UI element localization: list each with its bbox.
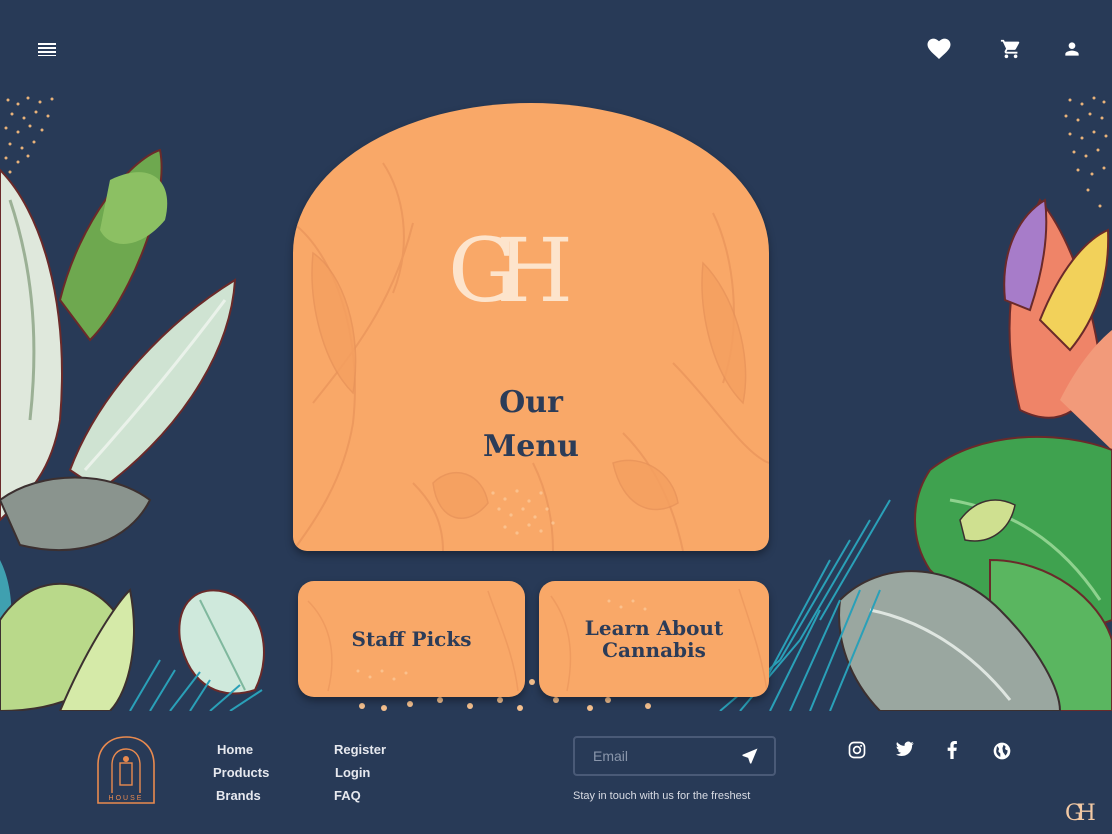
svg-text:HOUSE: HOUSE: [109, 795, 144, 802]
top-navigation-bar: [0, 0, 1112, 96]
svg-text:GH: GH: [1065, 801, 1095, 826]
staff-picks-button[interactable]: Staff Picks: [298, 581, 525, 697]
staff-picks-label: Staff Picks: [351, 627, 472, 651]
facebook-icon[interactable]: [946, 741, 966, 761]
footer-link-faq[interactable]: FAQ: [334, 788, 361, 803]
cart-icon[interactable]: [996, 34, 1026, 64]
gh-logo: GH: [448, 221, 590, 322]
footer-link-products[interactable]: Products: [213, 765, 269, 780]
email-signup-box: [573, 736, 776, 776]
label-line-2: Cannabis: [602, 638, 706, 662]
footer-link-login[interactable]: Login: [335, 765, 370, 780]
footer-link-register[interactable]: Register: [334, 742, 386, 757]
email-input[interactable]: [593, 746, 733, 766]
learn-about-cannabis-button[interactable]: Learn About Cannabis: [539, 581, 769, 697]
newsletter-caption: Stay in touch with us for the freshest: [573, 790, 751, 802]
heart-icon[interactable]: [924, 34, 954, 64]
svg-text:GH: GH: [448, 221, 568, 322]
gh-corner-logo: GH: [1065, 801, 1100, 826]
hamburger-menu-icon[interactable]: [34, 36, 60, 62]
label-line-1: Learn About: [584, 616, 724, 640]
user-icon[interactable]: [1058, 34, 1086, 64]
globe-icon[interactable]: [992, 741, 1012, 761]
title-line-2: Menu: [483, 429, 579, 464]
instagram-icon[interactable]: [848, 741, 868, 761]
footer-link-home[interactable]: Home: [217, 742, 253, 757]
footer-link-brands[interactable]: Brands: [216, 788, 261, 803]
title-line-1: Our: [499, 385, 563, 420]
send-icon[interactable]: [740, 746, 762, 768]
learn-about-cannabis-label: Learn About Cannabis: [585, 617, 723, 661]
house-brand-logo[interactable]: HOUSE: [96, 735, 156, 805]
twitter-icon[interactable]: [896, 741, 916, 761]
footer: HOUSE Home Products Brands Register Logi…: [0, 711, 1112, 834]
our-menu-title: Our Menu: [293, 381, 769, 469]
our-menu-card[interactable]: GH Our Menu: [293, 103, 769, 551]
